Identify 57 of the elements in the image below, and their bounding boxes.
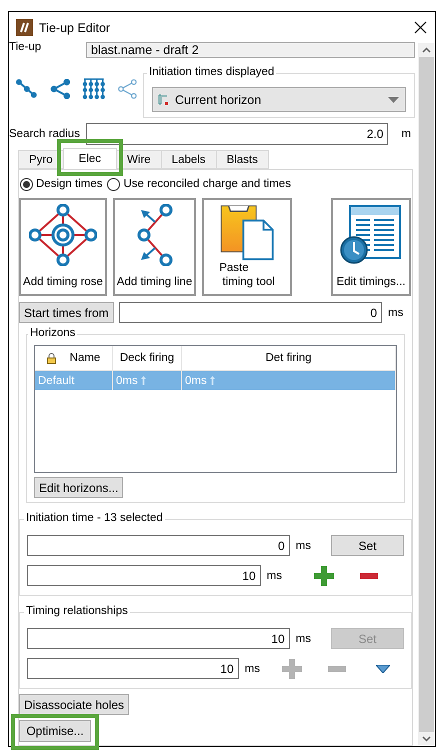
app-logo-icon bbox=[16, 19, 33, 36]
window-title: Tie-up Editor bbox=[39, 20, 112, 34]
unit-label: ms bbox=[296, 540, 311, 552]
up-arrow-icon bbox=[210, 376, 215, 385]
group-title: Timing relationships bbox=[24, 605, 130, 617]
group-title: Initiation times displayed bbox=[147, 66, 276, 78]
search-radius-label: Search radius bbox=[9, 128, 80, 140]
branch-icon[interactable] bbox=[50, 79, 70, 99]
tool-button[interactable]: Add timing rose bbox=[19, 198, 107, 296]
tool-button[interactable]: Add timing line bbox=[113, 198, 196, 296]
unit-label: ms bbox=[266, 570, 282, 582]
group-title: Horizons bbox=[28, 327, 78, 339]
tool-button[interactable]: Paste timing tool bbox=[202, 198, 292, 296]
set-button[interactable]: Set bbox=[331, 535, 404, 556]
radio-label[interactable]: Design times bbox=[36, 178, 102, 190]
step-field[interactable]: 10 bbox=[27, 658, 239, 679]
tab[interactable]: Blasts bbox=[216, 150, 269, 169]
start-time-field[interactable]: 0 bbox=[118, 302, 382, 323]
unit-label: m bbox=[401, 128, 411, 140]
horizon-dropdown[interactable]: Current horizon bbox=[152, 87, 406, 112]
search-radius-field[interactable]: 2.0 bbox=[86, 123, 388, 145]
action-button[interactable]: Optimise... bbox=[19, 720, 91, 742]
horizon-icon bbox=[157, 94, 169, 106]
radio-label[interactable]: Use reconciled charge and times bbox=[123, 178, 291, 190]
lock-icon bbox=[46, 352, 56, 364]
caret-icon bbox=[388, 96, 399, 102]
tie-up-label: Tie-up bbox=[9, 41, 42, 53]
group-title: Initiation time - 13 selected bbox=[24, 512, 165, 524]
plus-icon[interactable] bbox=[314, 566, 334, 586]
scroll-up-icon[interactable] bbox=[422, 47, 431, 53]
table-cell: Default bbox=[38, 374, 74, 386]
radio-button[interactable] bbox=[20, 178, 33, 190]
action-button[interactable]: Disassociate holes bbox=[19, 694, 130, 715]
tie-up-field[interactable]: blast.name - draft 2 bbox=[86, 42, 415, 58]
minus-icon[interactable] bbox=[360, 572, 378, 578]
time-field[interactable]: 0 bbox=[27, 535, 290, 556]
start-times-button[interactable]: Start times from bbox=[19, 302, 114, 323]
step-field[interactable]: 10 bbox=[27, 565, 261, 586]
unit-label: ms bbox=[296, 632, 311, 644]
scrollbar[interactable] bbox=[418, 43, 435, 746]
unit-label: ms bbox=[388, 306, 404, 318]
timing-rose-icon bbox=[29, 204, 97, 266]
table-cell: 0ms bbox=[116, 374, 138, 386]
unit-label: ms bbox=[244, 662, 260, 674]
link-icon[interactable] bbox=[16, 79, 38, 99]
tab[interactable]: Labels bbox=[160, 150, 217, 169]
radio-button[interactable] bbox=[107, 178, 120, 190]
table-cell: 0ms bbox=[185, 374, 207, 386]
grid-icon[interactable] bbox=[82, 77, 106, 101]
tool-button[interactable]: Edit timings... bbox=[331, 198, 411, 296]
scroll-down-icon[interactable] bbox=[422, 736, 431, 742]
up-arrow-icon bbox=[140, 376, 146, 385]
timetable-icon bbox=[340, 204, 402, 266]
time-field[interactable]: 10 bbox=[27, 628, 290, 649]
dropdown-triangle-icon[interactable] bbox=[376, 664, 390, 672]
close-icon[interactable] bbox=[414, 21, 427, 34]
edit-horizons-button[interactable]: Edit horizons... bbox=[34, 477, 124, 498]
